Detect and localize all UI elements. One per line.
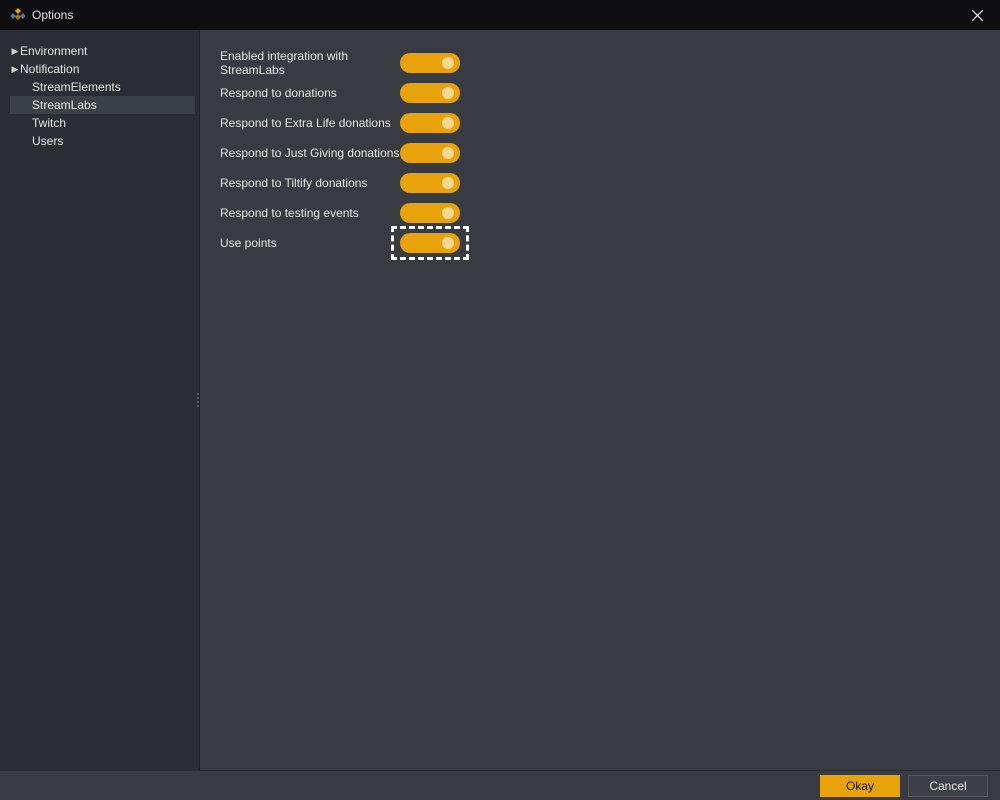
sidebar-item-label: Users [32,134,63,148]
setting-row-respond-extra-life: Respond to Extra Life donations [220,108,980,138]
setting-label: Respond to Tiltify donations [220,176,400,190]
setting-row-respond-tiltify: Respond to Tiltify donations [220,168,980,198]
toggle-respond-extra-life[interactable] [400,113,460,133]
window-title: Options [32,8,73,22]
sidebar-item-label: StreamElements [32,80,121,94]
setting-label: Respond to testing events [220,206,400,220]
workspace: ▶ Environment ▶ Notification StreamEleme… [0,30,1000,770]
toggle-knob [442,207,454,219]
toggle-respond-tiltify[interactable] [400,173,460,193]
sidebar-item-label: StreamLabs [32,98,97,112]
setting-label: Respond to donations [220,86,400,100]
button-label: Okay [846,779,874,793]
footer: Okay Cancel [0,770,1000,800]
toggle-knob [442,87,454,99]
sidebar-item-label: Environment [20,44,87,58]
toggle-use-points[interactable] [400,233,460,253]
cancel-button[interactable]: Cancel [908,775,988,797]
setting-label: Respond to Extra Life donations [220,116,400,130]
sidebar: ▶ Environment ▶ Notification StreamEleme… [0,30,200,770]
toggle-respond-donations[interactable] [400,83,460,103]
toggle-knob [442,237,454,249]
sidebar-item-streamelements[interactable]: StreamElements [10,78,195,96]
highlight-box [391,226,469,260]
sidebar-item-environment[interactable]: ▶ Environment [10,42,195,60]
setting-row-respond-testing: Respond to testing events [220,198,980,228]
sidebar-item-streamlabs[interactable]: StreamLabs [10,96,195,114]
caret-icon: ▶ [10,64,20,75]
settings-panel: Enabled integration with StreamLabs Resp… [200,30,1000,770]
toggle-respond-just-giving[interactable] [400,143,460,163]
toggle-knob [442,57,454,69]
setting-label: Respond to Just Giving donations [220,146,400,160]
button-label: Cancel [929,779,966,793]
toggle-respond-testing[interactable] [400,203,460,223]
toggle-knob [442,177,454,189]
sidebar-item-label: Notification [20,62,79,76]
okay-button[interactable]: Okay [820,775,900,797]
sidebar-item-notification[interactable]: ▶ Notification [10,60,195,78]
setting-row-respond-donations: Respond to donations [220,78,980,108]
toggle-knob [442,117,454,129]
toggle-enable-integration[interactable] [400,53,460,73]
titlebar: Options [0,0,1000,30]
sidebar-item-users[interactable]: Users [10,132,195,150]
app-icon [10,7,26,23]
setting-label: Enabled integration with StreamLabs [220,49,400,77]
toggle-knob [442,147,454,159]
sidebar-item-twitch[interactable]: Twitch [10,114,195,132]
sidebar-item-label: Twitch [32,116,66,130]
setting-label: Use points [220,236,400,250]
setting-row-use-points: Use points [220,228,980,258]
setting-row-enable-integration: Enabled integration with StreamLabs [220,48,980,78]
caret-icon: ▶ [10,46,20,57]
sidebar-tree: ▶ Environment ▶ Notification StreamEleme… [10,42,195,150]
close-button[interactable] [954,0,1000,30]
close-icon [972,10,983,21]
setting-row-respond-just-giving: Respond to Just Giving donations [220,138,980,168]
